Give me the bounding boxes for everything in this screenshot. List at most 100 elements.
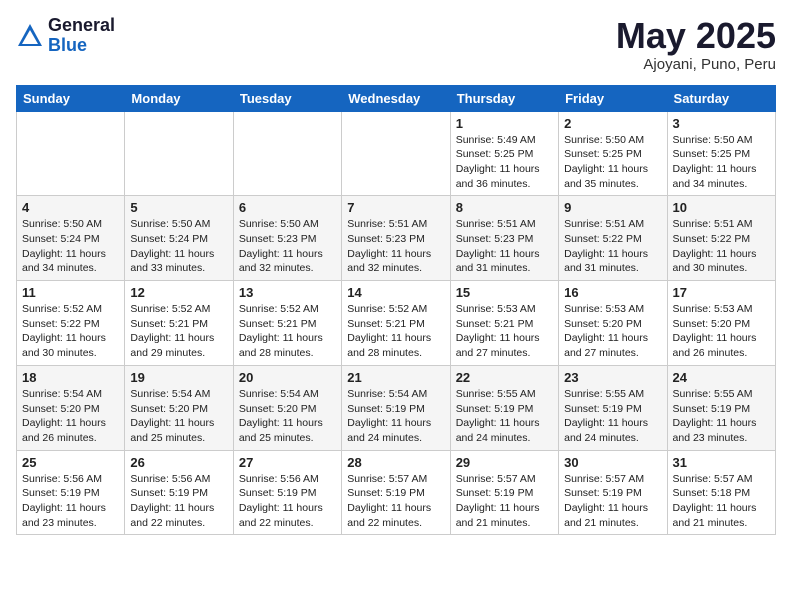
calendar-cell: 30 Sunrise: 5:57 AM Sunset: 5:19 PM Dayli… — [559, 450, 667, 535]
day-number: 8 — [456, 200, 553, 215]
calendar-cell: 31 Sunrise: 5:57 AM Sunset: 5:18 PM Dayli… — [667, 450, 775, 535]
day-number: 22 — [456, 370, 553, 385]
calendar-cell: 28 Sunrise: 5:57 AM Sunset: 5:19 PM Dayli… — [342, 450, 450, 535]
day-number: 16 — [564, 285, 661, 300]
calendar-cell: 24 Sunrise: 5:55 AM Sunset: 5:19 PM Dayli… — [667, 365, 775, 450]
day-number: 6 — [239, 200, 336, 215]
calendar-cell: 21 Sunrise: 5:54 AM Sunset: 5:19 PM Dayli… — [342, 365, 450, 450]
calendar-cell: 29 Sunrise: 5:57 AM Sunset: 5:19 PM Dayli… — [450, 450, 558, 535]
day-number: 29 — [456, 455, 553, 470]
calendar-cell — [125, 111, 233, 196]
calendar-cell: 3Sunrise: 5:50 AM Sunset: 5:25 PM Daylig… — [667, 111, 775, 196]
month-title: May 2025 — [616, 16, 776, 56]
day-info: Sunrise: 5:57 AM Sunset: 5:19 PM Dayligh… — [564, 472, 661, 531]
day-info: Sunrise: 5:52 AM Sunset: 5:21 PM Dayligh… — [239, 302, 336, 361]
calendar-week-row: 11 Sunrise: 5:52 AM Sunset: 5:22 PM Dayli… — [17, 281, 776, 366]
day-number: 9 — [564, 200, 661, 215]
day-number: 30 — [564, 455, 661, 470]
day-info: Sunrise: 5:54 AM Sunset: 5:20 PM Dayligh… — [130, 387, 227, 446]
day-info: Sunrise: 5:53 AM Sunset: 5:20 PM Dayligh… — [564, 302, 661, 361]
day-of-week-header: Monday — [125, 85, 233, 111]
calendar-cell: 8 Sunrise: 5:51 AM Sunset: 5:23 PM Daylig… — [450, 196, 558, 281]
day-of-week-header: Friday — [559, 85, 667, 111]
day-number: 26 — [130, 455, 227, 470]
day-info: Sunrise: 5:54 AM Sunset: 5:19 PM Dayligh… — [347, 387, 444, 446]
calendar-cell: 25 Sunrise: 5:56 AM Sunset: 5:19 PM Dayli… — [17, 450, 125, 535]
day-info: Sunrise: 5:51 AM Sunset: 5:22 PM Dayligh… — [564, 217, 661, 276]
day-info: Sunrise: 5:57 AM Sunset: 5:19 PM Dayligh… — [456, 472, 553, 531]
day-info: Sunrise: 5:50 AM Sunset: 5:24 PM Dayligh… — [22, 217, 119, 276]
day-of-week-header: Thursday — [450, 85, 558, 111]
day-number: 21 — [347, 370, 444, 385]
calendar-cell: 9 Sunrise: 5:51 AM Sunset: 5:22 PM Daylig… — [559, 196, 667, 281]
day-number: 12 — [130, 285, 227, 300]
day-number: 27 — [239, 455, 336, 470]
day-number: 13 — [239, 285, 336, 300]
calendar-cell: 22 Sunrise: 5:55 AM Sunset: 5:19 PM Dayli… — [450, 365, 558, 450]
day-info: Sunrise: 5:51 AM Sunset: 5:23 PM Dayligh… — [456, 217, 553, 276]
day-info: Sunrise: 5:50 AM Sunset: 5:25 PM Dayligh… — [564, 133, 661, 192]
calendar-cell: 15Sunrise: 5:53 AM Sunset: 5:21 PM Dayli… — [450, 281, 558, 366]
day-number: 11 — [22, 285, 119, 300]
day-info: Sunrise: 5:54 AM Sunset: 5:20 PM Dayligh… — [22, 387, 119, 446]
day-number: 14 — [347, 285, 444, 300]
day-number: 1 — [456, 116, 553, 131]
day-of-week-header: Tuesday — [233, 85, 341, 111]
day-info: Sunrise: 5:50 AM Sunset: 5:23 PM Dayligh… — [239, 217, 336, 276]
day-info: Sunrise: 5:56 AM Sunset: 5:19 PM Dayligh… — [130, 472, 227, 531]
day-info: Sunrise: 5:50 AM Sunset: 5:24 PM Dayligh… — [130, 217, 227, 276]
calendar-cell — [342, 111, 450, 196]
calendar-cell: 20 Sunrise: 5:54 AM Sunset: 5:20 PM Dayli… — [233, 365, 341, 450]
calendar-cell: 18 Sunrise: 5:54 AM Sunset: 5:20 PM Dayli… — [17, 365, 125, 450]
day-info: Sunrise: 5:54 AM Sunset: 5:20 PM Dayligh… — [239, 387, 336, 446]
calendar-cell: 10Sunrise: 5:51 AM Sunset: 5:22 PM Dayli… — [667, 196, 775, 281]
day-number: 4 — [22, 200, 119, 215]
day-number: 17 — [673, 285, 770, 300]
calendar-cell — [17, 111, 125, 196]
day-number: 19 — [130, 370, 227, 385]
day-info: Sunrise: 5:53 AM Sunset: 5:20 PM Dayligh… — [673, 302, 770, 361]
calendar-cell: 7Sunrise: 5:51 AM Sunset: 5:23 PM Daylig… — [342, 196, 450, 281]
logo: General Blue — [16, 16, 115, 56]
calendar-cell: 5Sunrise: 5:50 AM Sunset: 5:24 PM Daylig… — [125, 196, 233, 281]
day-info: Sunrise: 5:56 AM Sunset: 5:19 PM Dayligh… — [239, 472, 336, 531]
page-header: General Blue May 2025 Ajoyani, Puno, Per… — [16, 16, 776, 73]
day-info: Sunrise: 5:55 AM Sunset: 5:19 PM Dayligh… — [456, 387, 553, 446]
day-info: Sunrise: 5:55 AM Sunset: 5:19 PM Dayligh… — [673, 387, 770, 446]
calendar-cell: 16 Sunrise: 5:53 AM Sunset: 5:20 PM Dayli… — [559, 281, 667, 366]
calendar-cell — [233, 111, 341, 196]
calendar-cell: 14 Sunrise: 5:52 AM Sunset: 5:21 PM Dayli… — [342, 281, 450, 366]
day-number: 28 — [347, 455, 444, 470]
day-info: Sunrise: 5:49 AM Sunset: 5:25 PM Dayligh… — [456, 133, 553, 192]
day-info: Sunrise: 5:57 AM Sunset: 5:18 PM Dayligh… — [673, 472, 770, 531]
logo-text: General Blue — [48, 16, 115, 56]
day-of-week-header: Wednesday — [342, 85, 450, 111]
day-number: 23 — [564, 370, 661, 385]
day-number: 18 — [22, 370, 119, 385]
calendar-cell: 12 Sunrise: 5:52 AM Sunset: 5:21 PM Dayli… — [125, 281, 233, 366]
day-number: 2 — [564, 116, 661, 131]
day-number: 20 — [239, 370, 336, 385]
calendar-cell: 26 Sunrise: 5:56 AM Sunset: 5:19 PM Dayli… — [125, 450, 233, 535]
calendar-week-row: 25 Sunrise: 5:56 AM Sunset: 5:19 PM Dayli… — [17, 450, 776, 535]
day-info: Sunrise: 5:51 AM Sunset: 5:22 PM Dayligh… — [673, 217, 770, 276]
day-info: Sunrise: 5:52 AM Sunset: 5:22 PM Dayligh… — [22, 302, 119, 361]
day-info: Sunrise: 5:52 AM Sunset: 5:21 PM Dayligh… — [130, 302, 227, 361]
calendar-week-row: 4 Sunrise: 5:50 AM Sunset: 5:24 PM Daylig… — [17, 196, 776, 281]
day-number: 15 — [456, 285, 553, 300]
day-info: Sunrise: 5:50 AM Sunset: 5:25 PM Dayligh… — [673, 133, 770, 192]
day-info: Sunrise: 5:57 AM Sunset: 5:19 PM Dayligh… — [347, 472, 444, 531]
calendar-week-row: 1 Sunrise: 5:49 AM Sunset: 5:25 PM Daylig… — [17, 111, 776, 196]
calendar-header-row: SundayMondayTuesdayWednesdayThursdayFrid… — [17, 85, 776, 111]
calendar-cell: 13 Sunrise: 5:52 AM Sunset: 5:21 PM Dayli… — [233, 281, 341, 366]
day-number: 31 — [673, 455, 770, 470]
logo-blue: Blue — [48, 36, 115, 56]
day-of-week-header: Saturday — [667, 85, 775, 111]
day-info: Sunrise: 5:55 AM Sunset: 5:19 PM Dayligh… — [564, 387, 661, 446]
calendar-cell: 19 Sunrise: 5:54 AM Sunset: 5:20 PM Dayli… — [125, 365, 233, 450]
day-info: Sunrise: 5:56 AM Sunset: 5:19 PM Dayligh… — [22, 472, 119, 531]
location: Ajoyani, Puno, Peru — [616, 56, 776, 73]
day-number: 24 — [673, 370, 770, 385]
day-number: 25 — [22, 455, 119, 470]
day-info: Sunrise: 5:52 AM Sunset: 5:21 PM Dayligh… — [347, 302, 444, 361]
